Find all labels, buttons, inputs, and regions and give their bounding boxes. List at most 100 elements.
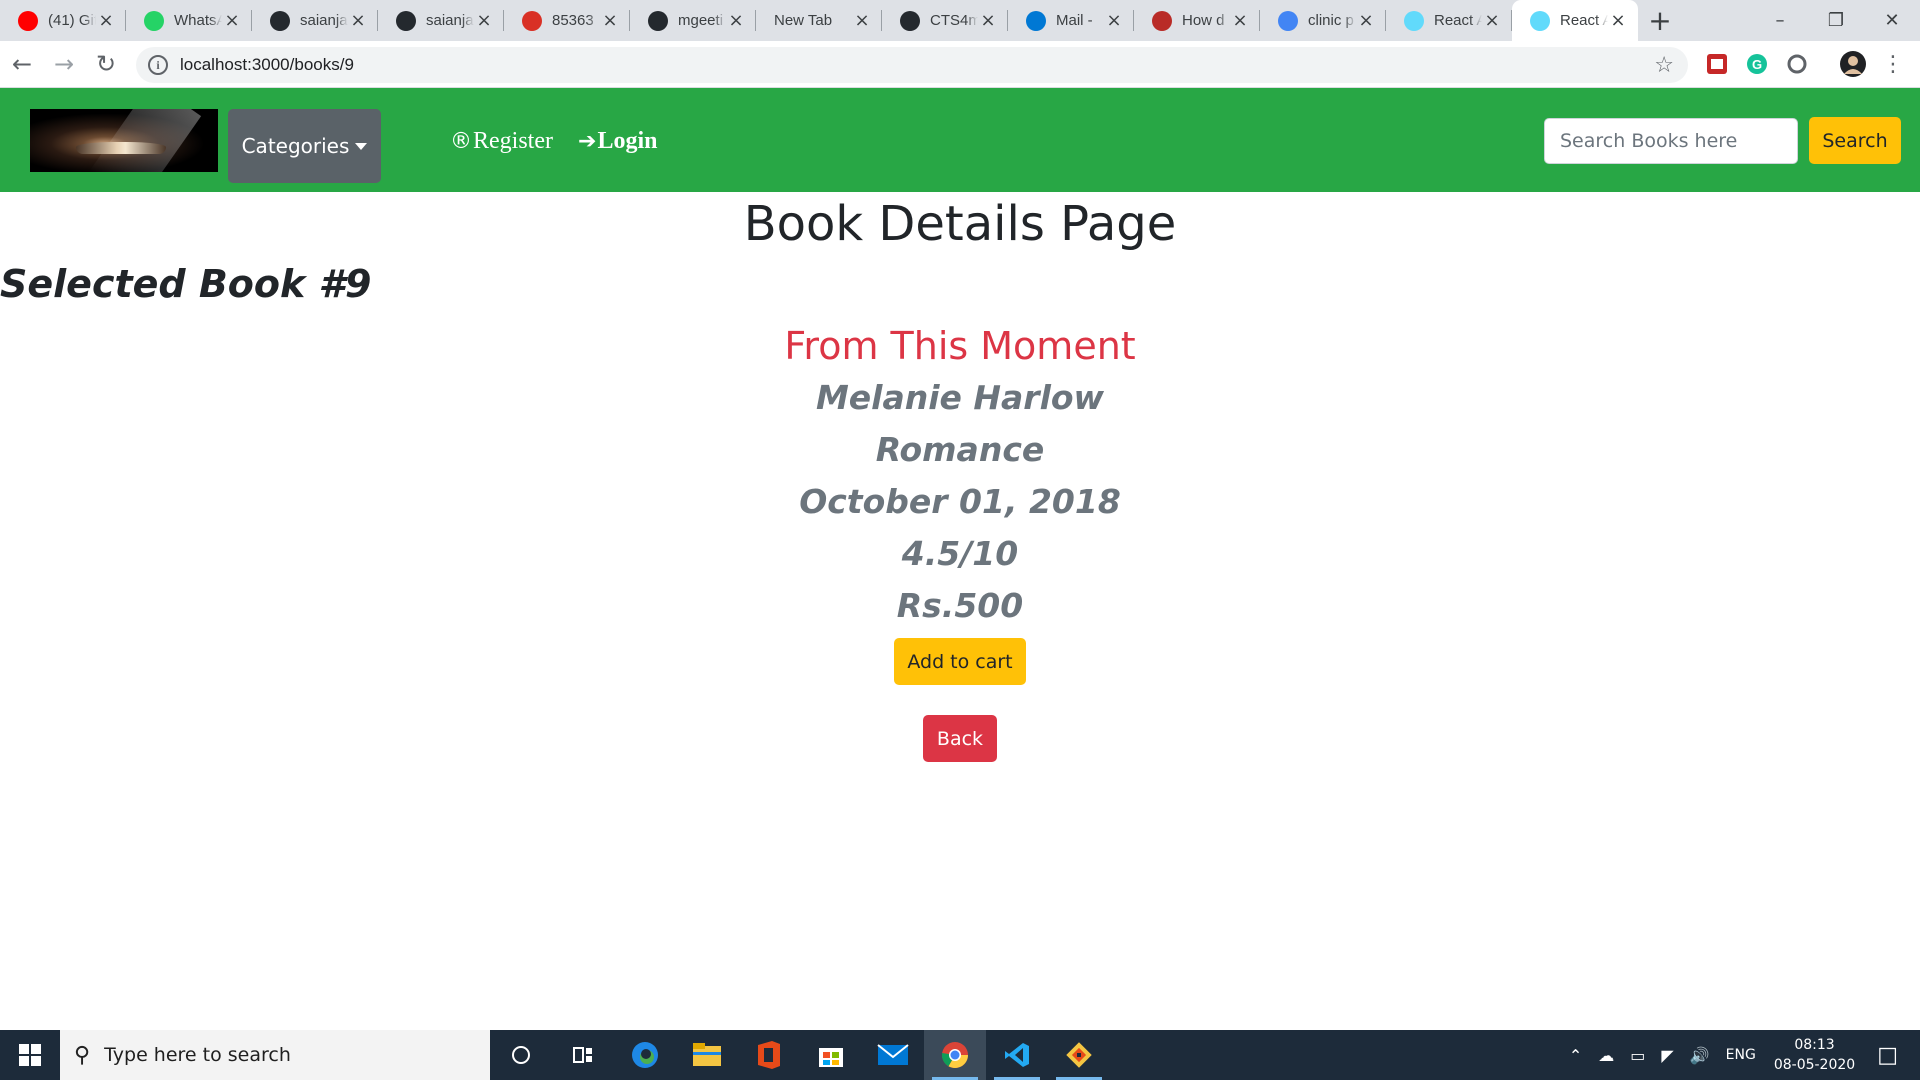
- chrome-icon[interactable]: [924, 1030, 986, 1080]
- tab-list: (41) GitHub×WhatsApp×saianjana×saianjana…: [0, 0, 1638, 41]
- browser-tab[interactable]: How d ×: [1134, 0, 1260, 41]
- extension-icon[interactable]: [1702, 49, 1732, 79]
- login-label: Login: [597, 128, 658, 154]
- whatsapp-icon: [144, 10, 164, 31]
- reload-icon[interactable]: ↻: [86, 44, 126, 84]
- tab-title: mgeeti: [678, 12, 724, 29]
- close-tab-icon[interactable]: ×: [222, 10, 242, 31]
- browser-tab[interactable]: saianjana×: [378, 0, 504, 41]
- forward-arrow-icon[interactable]: →: [44, 44, 84, 84]
- taskbar-clock[interactable]: 08:13 08-05-2020: [1774, 1035, 1855, 1075]
- outlook-icon: [1026, 10, 1046, 31]
- mail-icon[interactable]: [862, 1030, 924, 1080]
- book-details: From This Moment Melanie Harlow Romance …: [0, 320, 1920, 685]
- close-tab-icon[interactable]: ×: [348, 10, 368, 31]
- page-content: Categories ® Register ➔ Login Search Boo…: [0, 88, 1920, 1030]
- book-title: From This Moment: [784, 324, 1136, 368]
- browser-tab[interactable]: Mail - ×: [1008, 0, 1134, 41]
- close-tab-icon[interactable]: ×: [852, 10, 872, 31]
- registered-icon: ®: [450, 129, 472, 154]
- categories-dropdown-button[interactable]: Categories: [228, 109, 381, 183]
- url-text[interactable]: localhost:3000/books/9: [180, 55, 354, 75]
- taskbar-search-box[interactable]: ⚲ Type here to search: [60, 1030, 490, 1080]
- tab-title: saianjana: [300, 12, 348, 29]
- window-controls: – ❐ ✕: [1752, 0, 1920, 41]
- office-icon[interactable]: [738, 1030, 800, 1080]
- add-to-cart-button[interactable]: Add to cart: [894, 638, 1026, 685]
- address-bar[interactable]: i localhost:3000/books/9 ☆: [136, 47, 1688, 83]
- browser-tab[interactable]: React A ×: [1512, 0, 1638, 41]
- edge-icon[interactable]: [614, 1030, 676, 1080]
- gmail-icon: [522, 10, 542, 31]
- browser-tab[interactable]: mgeeti ×: [630, 0, 756, 41]
- register-link[interactable]: ® Register: [450, 128, 553, 155]
- volume-icon[interactable]: 🔊: [1690, 1046, 1710, 1065]
- close-tab-icon[interactable]: ×: [1230, 10, 1250, 31]
- new-tab-button[interactable]: +: [1638, 0, 1682, 41]
- cortana-icon[interactable]: [490, 1030, 552, 1080]
- book-author: Melanie Harlow: [815, 378, 1105, 417]
- close-tab-icon[interactable]: ×: [96, 10, 116, 31]
- clock-date: 08-05-2020: [1773, 1057, 1856, 1073]
- store-icon[interactable]: [800, 1030, 862, 1080]
- show-hidden-icons-icon[interactable]: ⌃: [1569, 1046, 1582, 1065]
- search-button[interactable]: Search: [1809, 117, 1901, 164]
- onedrive-cloud-icon[interactable]: ☁: [1598, 1046, 1614, 1065]
- close-tab-icon[interactable]: ×: [474, 10, 494, 31]
- bookmark-star-icon[interactable]: ☆: [1654, 53, 1674, 78]
- browser-tab[interactable]: saianjana×: [252, 0, 378, 41]
- tab-title: 85363: [552, 12, 594, 29]
- login-link[interactable]: ➔ Login: [578, 128, 657, 155]
- maximize-button[interactable]: ❐: [1808, 0, 1864, 41]
- tab-title: (41) GitHub: [48, 12, 96, 29]
- close-tab-icon[interactable]: ×: [978, 10, 998, 31]
- github-icon: [396, 10, 416, 31]
- tab-title: React A: [1434, 12, 1482, 29]
- close-tab-icon[interactable]: ×: [1356, 10, 1376, 31]
- back-button[interactable]: Back: [923, 715, 997, 762]
- tab-title: React A: [1560, 12, 1608, 29]
- grammarly-icon[interactable]: G: [1742, 49, 1772, 79]
- caret-down-icon: [355, 142, 368, 150]
- browser-tab[interactable]: 85363 ×: [504, 0, 630, 41]
- close-tab-icon[interactable]: ×: [726, 10, 746, 31]
- minimize-button[interactable]: –: [1752, 0, 1808, 41]
- browser-tab[interactable]: React A ×: [1386, 0, 1512, 41]
- react-icon: [1404, 10, 1424, 31]
- close-tab-icon[interactable]: ×: [1482, 10, 1502, 31]
- youtube-icon: [18, 10, 38, 31]
- close-window-button[interactable]: ✕: [1864, 0, 1920, 41]
- tab-title: How d: [1182, 12, 1225, 29]
- tab-title: clinic p: [1308, 12, 1354, 29]
- windows-start-icon[interactable]: [0, 1030, 60, 1080]
- browser-tab[interactable]: CTS4m ×: [882, 0, 1008, 41]
- close-tab-icon[interactable]: ×: [600, 10, 620, 31]
- browser-tab[interactable]: New Tab ×: [756, 0, 882, 41]
- browser-menu-icon[interactable]: ⋮: [1878, 49, 1908, 79]
- tab-title: New Tab: [774, 12, 833, 29]
- task-view-icon[interactable]: [552, 1030, 614, 1080]
- git-icon[interactable]: [1048, 1030, 1110, 1080]
- register-label: Register: [473, 128, 553, 154]
- taskbar-search-placeholder: Type here to search: [104, 1044, 291, 1066]
- github-icon: [900, 10, 920, 31]
- site-info-icon[interactable]: i: [148, 55, 168, 75]
- browser-tab[interactable]: WhatsApp×: [126, 0, 252, 41]
- close-tab-icon[interactable]: ×: [1104, 10, 1124, 31]
- back-arrow-icon[interactable]: ←: [2, 44, 42, 84]
- browser-tab[interactable]: clinic p ×: [1260, 0, 1386, 41]
- close-tab-icon[interactable]: ×: [1608, 10, 1628, 31]
- tab-title: saianjana: [426, 12, 474, 29]
- extension-circle-icon[interactable]: [1782, 49, 1812, 79]
- book-logo[interactable]: [30, 109, 218, 172]
- profile-avatar[interactable]: [1838, 49, 1868, 79]
- file-explorer-icon[interactable]: [676, 1030, 738, 1080]
- language-indicator[interactable]: ENG: [1726, 1047, 1756, 1063]
- browser-tab[interactable]: (41) GitHub×: [0, 0, 126, 41]
- notification-icon[interactable]: □: [1877, 1043, 1898, 1068]
- page-title: Book Details Page: [743, 196, 1177, 252]
- wifi-icon[interactable]: ◤: [1661, 1046, 1673, 1065]
- search-books-input[interactable]: [1544, 118, 1798, 164]
- vscode-icon[interactable]: [986, 1030, 1048, 1080]
- battery-icon[interactable]: ▭: [1630, 1046, 1645, 1065]
